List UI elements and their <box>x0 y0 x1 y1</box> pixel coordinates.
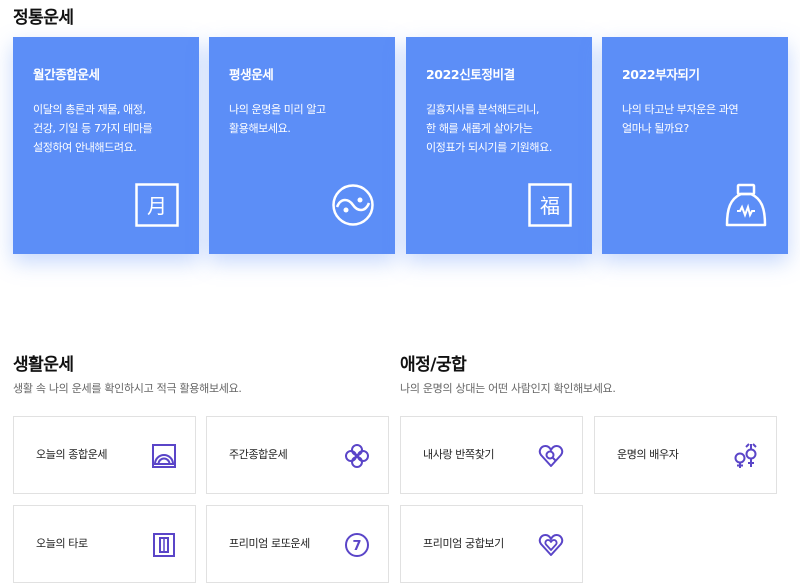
money-bag-icon <box>725 183 767 227</box>
heart-search-icon <box>538 445 564 467</box>
tile-destined-spouse[interactable]: 운명의 배우자 <box>594 416 777 494</box>
card-text: 나의 타고난 부자운은 과연 얼마나 될까요? <box>622 103 739 135</box>
card-text: 길흉지사를 분석해드리니, 한 해를 새롭게 살아가는 이정표가 되시기를 기원… <box>426 103 552 154</box>
card-wealth-fortune[interactable]: 2022부자되기 나의 타고난 부자운은 과연 얼마나 될까요? <box>602 37 788 254</box>
tile-weekly-fortune[interactable]: 주간종합운세 <box>206 416 389 494</box>
tile-premium-lotto[interactable]: 프리미엄 로또운세 7 <box>206 505 389 583</box>
card-title: 평생운세 <box>229 67 274 82</box>
card-text: 나의 운명을 미리 알고 활용해보세요. <box>229 103 326 135</box>
life-section-title: 생활운세 <box>13 355 74 375</box>
tile-today-tarot[interactable]: 오늘의 타로 <box>13 505 196 583</box>
card-lifetime-fortune[interactable]: 평생운세 나의 운명을 미리 알고 활용해보세요. <box>209 37 395 254</box>
tile-label: 오늘의 종합운세 <box>36 448 108 461</box>
life-section-desc: 생활 속 나의 운세를 확인하시고 적극 활용해보세요. <box>13 382 242 395</box>
card-monthly-fortune[interactable]: 월간종합운세 이달의 총론과 재물, 애정, 건강, 기일 등 7가지 테마를 … <box>13 37 199 254</box>
card-title: 2022부자되기 <box>622 67 700 82</box>
tile-label: 내사랑 반쪽찾기 <box>423 448 495 461</box>
luck-char-icon: 福 <box>528 183 572 227</box>
double-heart-icon <box>538 534 564 556</box>
tile-label: 오늘의 타로 <box>36 537 88 550</box>
card-title: 월간종합운세 <box>33 67 100 82</box>
love-section-title: 애정/궁합 <box>400 355 467 375</box>
gender-symbols-icon <box>734 443 757 468</box>
tile-premium-compatibility[interactable]: 프리미엄 궁합보기 <box>400 505 583 583</box>
tile-find-soulmate[interactable]: 내사랑 반쪽찾기 <box>400 416 583 494</box>
card-title: 2022신토정비결 <box>426 67 515 82</box>
svg-text:福: 福 <box>540 194 560 218</box>
yin-yang-icon <box>332 184 374 226</box>
card-tojeong-fortune[interactable]: 2022신토정비결 길흉지사를 분석해드리니, 한 해를 새롭게 살아가는 이정… <box>406 37 592 254</box>
clover-icon <box>345 444 369 468</box>
tile-today-fortune[interactable]: 오늘의 종합운세 <box>13 416 196 494</box>
love-section-desc: 나의 운명의 상대는 어떤 사람인지 확인해보세요. <box>400 382 616 395</box>
moon-char-icon: 月 <box>135 183 179 227</box>
tile-label: 프리미엄 궁합보기 <box>423 537 504 550</box>
tarot-cards-icon <box>153 533 175 557</box>
card-text: 이달의 총론과 재물, 애정, 건강, 기일 등 7가지 테마를 설정하여 안내… <box>33 103 153 154</box>
sunrise-icon <box>152 444 176 468</box>
svg-text:月: 月 <box>147 194 167 218</box>
tile-label: 운명의 배우자 <box>617 448 679 461</box>
svg-text:7: 7 <box>352 539 361 554</box>
fortune-section-title: 정통운세 <box>13 8 74 28</box>
tile-label: 프리미엄 로또운세 <box>229 537 310 550</box>
tile-label: 주간종합운세 <box>229 448 288 461</box>
lotto-ball-icon: 7 <box>345 533 369 557</box>
